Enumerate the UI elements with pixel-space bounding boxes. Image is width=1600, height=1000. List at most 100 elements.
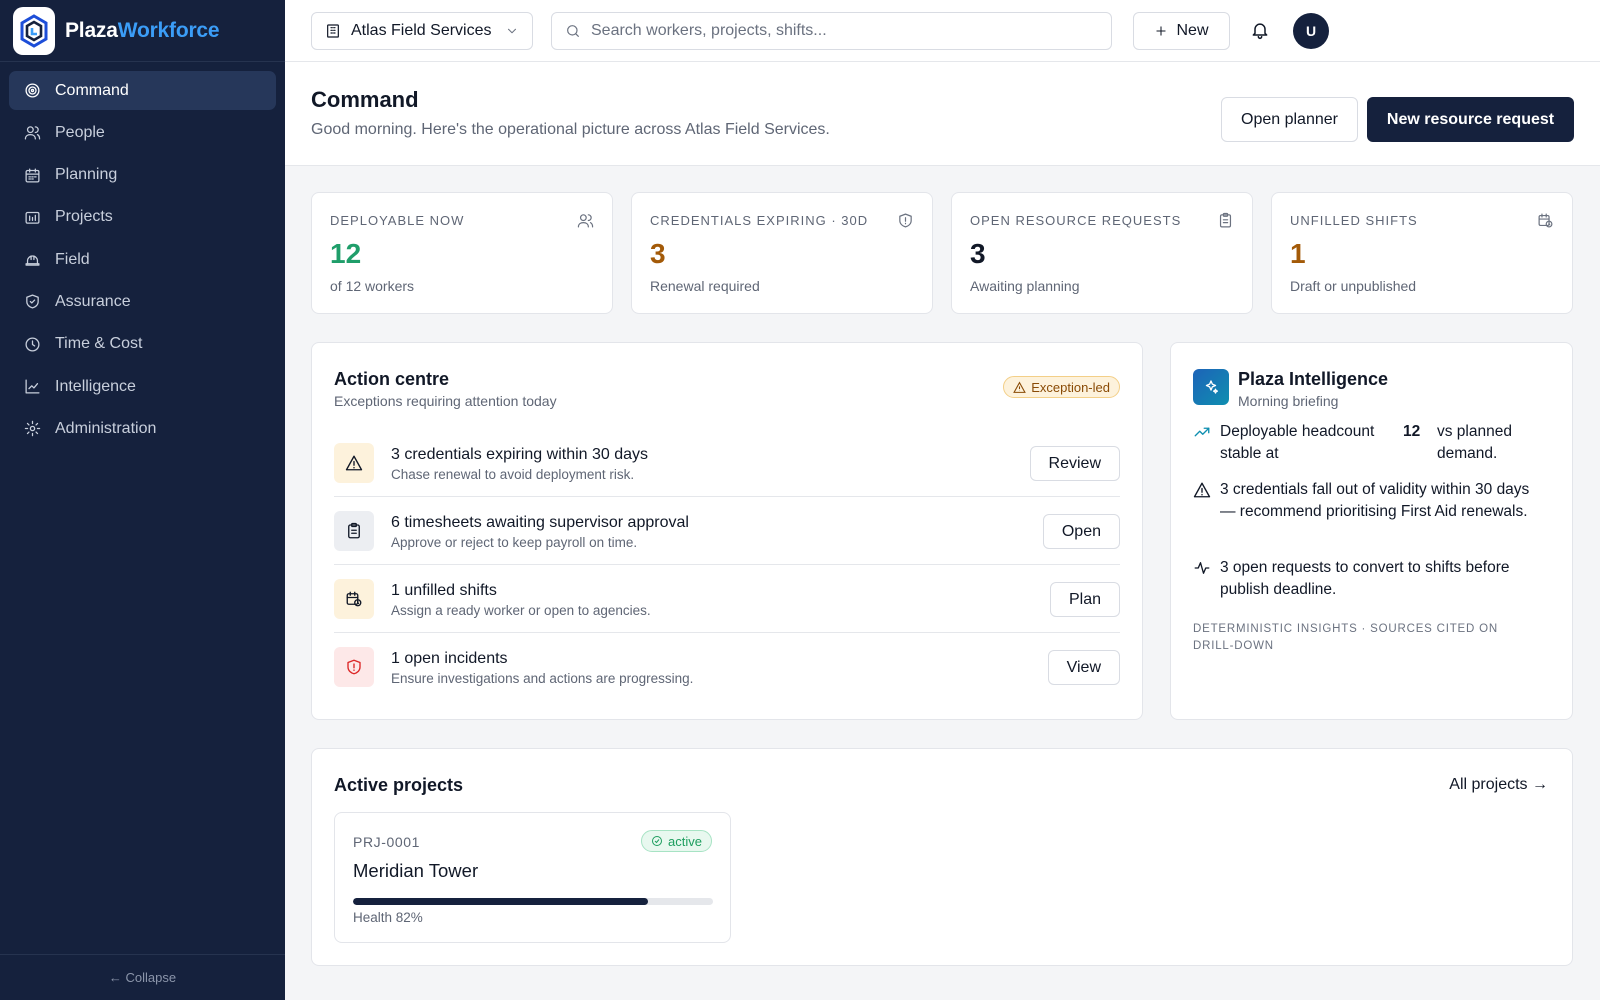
insight-credentials: 3 credentials fall out of validity withi… [1193, 479, 1543, 523]
sidebar-item-field[interactable]: Field [9, 240, 276, 279]
active-projects-card: Active projects All projects → PRJ-0001 … [311, 748, 1573, 966]
sidebar-item-label: Field [55, 250, 90, 268]
page-header: Command Good morning. Here's the operati… [285, 62, 1600, 166]
shield-icon [897, 212, 914, 234]
kpi-label: OPEN RESOURCE REQUESTS [970, 213, 1182, 228]
bell-icon [1252, 23, 1268, 40]
sidebar-item-intelligence[interactable]: Intelligence [9, 367, 276, 406]
kpi-card-unfilled[interactable]: UNFILLED SHIFTS 1 Draft or unpublished [1271, 192, 1573, 314]
insight-requests: 3 open requests to convert to shifts bef… [1193, 557, 1543, 601]
search-box [551, 12, 1112, 50]
action-centre-title: Action centre [334, 369, 450, 389]
intelligence-card: Plaza Intelligence Morning briefing Depl… [1170, 342, 1573, 720]
new-button[interactable]: New [1133, 12, 1230, 50]
kpi-card-requests[interactable]: OPEN RESOURCE REQUESTS 3 Awaiting planni… [951, 192, 1253, 314]
clipboard-icon [1217, 212, 1234, 234]
open-button[interactable]: Open [1042, 514, 1120, 549]
action-title: 1 open incidents [391, 650, 508, 667]
action-description: Assign a ready worker or open to agencie… [391, 603, 651, 618]
sidebar: PlazaWorkforce Command People Planning P… [0, 0, 285, 1000]
brand[interactable]: PlazaWorkforce [0, 0, 285, 62]
plan-button[interactable]: Plan [1049, 582, 1120, 617]
action-description: Approve or reject to keep payroll on tim… [391, 535, 638, 550]
plus-icon [1156, 26, 1167, 36]
kpi-value: 3 [970, 238, 986, 269]
sidebar-item-label: Planning [55, 166, 118, 184]
topbar: Atlas Field Services New U [285, 0, 1600, 62]
sidebar-nav: Command People Planning Projects Field A… [0, 62, 285, 448]
action-description: Chase renewal to avoid deployment risk. [391, 467, 635, 482]
sidebar-item-time-cost[interactable]: Time & Cost [9, 325, 276, 364]
notifications-button[interactable] [1250, 20, 1270, 45]
kpi-note: Awaiting planning [970, 278, 1080, 294]
intelligence-subtitle: Morning briefing [1238, 393, 1339, 409]
sidebar-item-assurance[interactable]: Assurance [9, 282, 276, 321]
open-planner-button[interactable]: Open planner [1221, 97, 1358, 142]
insight-text: 3 credentials fall out of validity withi… [1220, 481, 1530, 520]
sidebar-item-label: Assurance [55, 292, 131, 310]
exception-badge: Exception-led [1003, 376, 1120, 398]
intelligence-title: Plaza Intelligence [1238, 369, 1389, 389]
collapse-button[interactable]: ← Collapse [0, 954, 285, 1000]
activity-icon [1193, 559, 1211, 584]
clipboard-icon [334, 511, 374, 551]
folder-icon [23, 208, 41, 226]
project-health: Health 82% [353, 910, 423, 925]
gear-icon [23, 420, 41, 438]
search-input[interactable] [591, 22, 1091, 40]
kpi-card-deployable[interactable]: DEPLOYABLE NOW 12 of 12 workers [311, 192, 613, 314]
view-button[interactable]: View [1047, 650, 1120, 685]
sidebar-item-people[interactable]: People [9, 113, 276, 152]
kpi-value: 1 [1290, 238, 1306, 269]
org-select[interactable]: Atlas Field Services [311, 12, 533, 50]
sidebar-item-label: Administration [55, 419, 157, 437]
list-item: 6 timesheets awaiting supervisor approva… [334, 497, 1120, 565]
logo [13, 6, 55, 55]
new-resource-request-button[interactable]: New resource request [1367, 97, 1574, 142]
sparkle-icon [1193, 369, 1229, 405]
org-select-label: Atlas Field Services [351, 22, 492, 39]
insight-number: 12 [1403, 423, 1421, 440]
new-button-label: New [1176, 22, 1209, 39]
avatar[interactable]: U [1293, 13, 1329, 49]
building-icon [327, 24, 339, 38]
clock-icon [23, 335, 41, 353]
action-description: Ensure investigations and actions are pr… [391, 671, 694, 686]
kpi-card-credentials[interactable]: CREDENTIALS EXPIRING · 30D 3 Renewal req… [631, 192, 933, 314]
sidebar-item-label: People [55, 123, 105, 141]
active-projects-title: Active projects [334, 775, 464, 795]
exception-badge-label: Exception-led [1031, 379, 1110, 395]
check-circle-icon [652, 836, 663, 846]
action-centre-subtitle: Exceptions requiring attention today [334, 393, 557, 409]
users-icon [23, 124, 41, 142]
brand-name: PlazaWorkforce [65, 19, 220, 43]
kpi-label: CREDENTIALS EXPIRING · 30D [650, 213, 869, 228]
status-badge: active [641, 830, 712, 852]
calendar-icon [23, 166, 41, 184]
search-icon [567, 25, 579, 37]
all-projects-link[interactable]: All projects → [1449, 776, 1548, 794]
calendar-clock-icon [1537, 212, 1554, 234]
sidebar-item-planning[interactable]: Planning [9, 156, 276, 195]
kpi-note: Draft or unpublished [1290, 278, 1417, 294]
list-item: 3 credentials expiring within 30 days Ch… [334, 429, 1120, 497]
insight-text: 3 open requests to convert to shifts bef… [1220, 559, 1510, 598]
kpi-label: DEPLOYABLE NOW [330, 213, 465, 228]
target-icon [23, 82, 41, 100]
sidebar-item-label: Intelligence [55, 377, 136, 395]
kpi-value: 12 [330, 238, 362, 269]
chevron-down-icon [507, 28, 517, 34]
users-icon [577, 212, 594, 234]
review-button[interactable]: Review [1029, 446, 1120, 481]
insight-text: Deployable headcount stable at [1220, 423, 1375, 462]
sidebar-item-label: Time & Cost [55, 335, 143, 353]
project-name: Meridian Tower [353, 860, 479, 881]
trending-up-icon [1193, 423, 1211, 448]
action-title: 6 timesheets awaiting supervisor approva… [391, 514, 689, 531]
sidebar-item-administration[interactable]: Administration [9, 409, 276, 448]
project-card[interactable]: PRJ-0001 active Meridian Tower Health 82… [334, 812, 731, 943]
sidebar-item-command[interactable]: Command [9, 71, 276, 110]
action-title: 3 credentials expiring within 30 days [391, 446, 649, 463]
sidebar-item-projects[interactable]: Projects [9, 198, 276, 237]
chart-icon [23, 378, 41, 396]
